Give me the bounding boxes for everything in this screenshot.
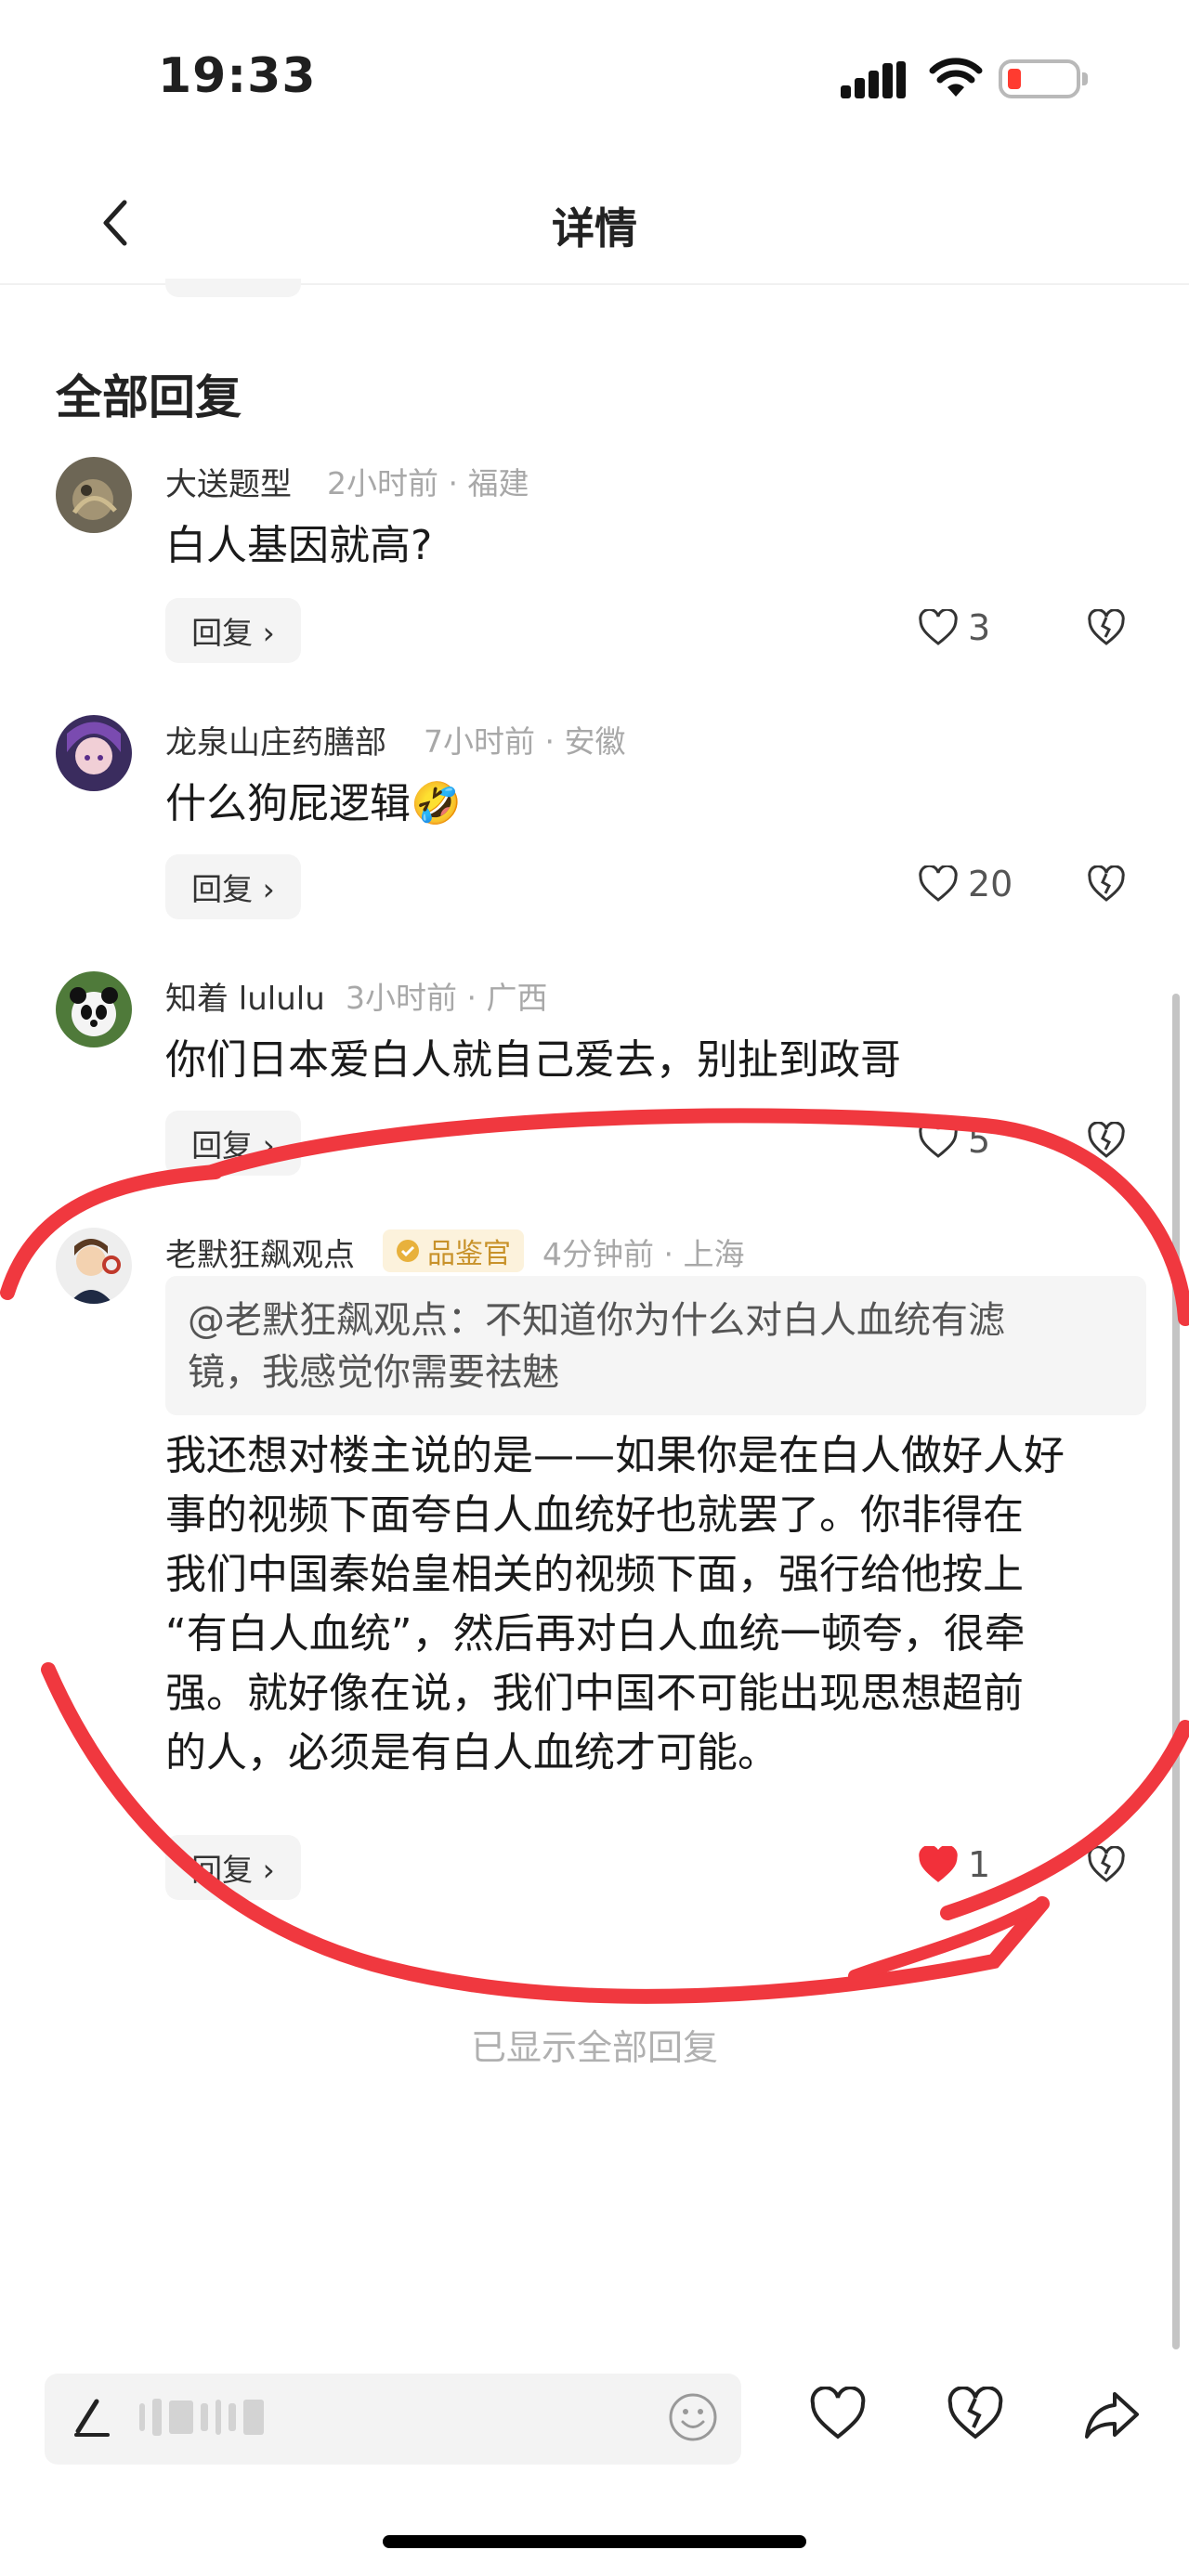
page-title: 详情	[552, 203, 637, 254]
comment-meta: 3小时前 · 广西	[346, 980, 548, 1016]
avatar[interactable]	[56, 715, 132, 791]
reply-button[interactable]: 回复 ›	[165, 598, 301, 663]
section-title: 全部回复	[56, 371, 242, 424]
like-heart-icon[interactable]	[808, 2387, 868, 2442]
share-arrow-icon[interactable]	[1083, 2387, 1143, 2442]
comment-line: “有白人血统”，然后再对白人血统一顿夸，很牵	[165, 1610, 1026, 1658]
like-count: 5	[968, 1120, 991, 1161]
like-count: 3	[968, 607, 991, 648]
comment-line: 的人，必须是有白人血统才可能。	[165, 1729, 778, 1776]
like-button[interactable]: 20	[918, 864, 1013, 904]
comment-username[interactable]: 龙泉山庄药膳部	[165, 717, 386, 762]
badge-label: 品鉴官	[427, 1238, 511, 1270]
comment-line: 我还想对楼主说的是——如果你是在白人做好人好	[165, 1432, 1065, 1479]
like-button[interactable]: 3	[918, 607, 990, 648]
battery-icon	[999, 59, 1080, 98]
dislike-broken-heart-icon[interactable]	[1087, 865, 1126, 903]
reply-button[interactable]: 回复 ›	[165, 1111, 301, 1176]
avatar[interactable]	[56, 971, 132, 1047]
dislike-broken-heart-icon[interactable]	[946, 2387, 1005, 2442]
comment-username[interactable]: 大送题型	[165, 459, 292, 504]
comment-text: 白人基因就高?	[165, 522, 433, 569]
comment-text: 我还想对楼主说的是——如果你是在白人做好人好 事的视频下面夸白人血统好也就罢了。…	[165, 1426, 1065, 1783]
quote-line: @老默狂飙观点：不知道你为什么对白人血统有滤	[188, 1299, 1005, 1342]
quoted-reply[interactable]: @老默狂飙观点：不知道你为什么对白人血统有滤 镜，我感觉你需要祛魅	[165, 1276, 1146, 1415]
heart-icon	[919, 1122, 958, 1158]
comment-line: 事的视频下面夸白人血统好也就罢了。你非得在	[165, 1491, 1024, 1539]
cellular-signal-icon	[841, 61, 906, 98]
verified-badge-icon	[397, 1240, 419, 1262]
all-replies-shown-note: 已显示全部回复	[470, 2027, 718, 2068]
emoji-icon[interactable]	[667, 2391, 719, 2443]
comment-text-body: 什么狗屁逻辑	[165, 780, 411, 827]
like-button[interactable]: 5	[918, 1120, 990, 1161]
comment-text: 什么狗屁逻辑🤣	[165, 774, 462, 834]
dislike-broken-heart-icon[interactable]	[1087, 1846, 1126, 1883]
heart-filled-icon	[919, 1846, 958, 1882]
clipped-reply-button[interactable]	[165, 279, 301, 297]
reply-button[interactable]: 回复 ›	[165, 1835, 301, 1900]
home-indicator	[383, 2535, 806, 2548]
heart-icon	[919, 865, 958, 902]
wifi-icon	[929, 58, 983, 97]
dislike-broken-heart-icon[interactable]	[1087, 1122, 1126, 1159]
comment-username[interactable]: 知着 lululu	[165, 973, 325, 1019]
comment-meta: 2小时前 · 福建	[327, 465, 529, 501]
comment-meta: 4分钟前 · 上海	[542, 1236, 745, 1272]
comment-text: 你们日本爱白人就自己爱去，别扯到政哥	[165, 1036, 901, 1084]
heart-icon	[919, 609, 958, 645]
status-time: 19:33	[158, 48, 317, 104]
battery-tip	[1082, 72, 1088, 85]
comment-line: 强。就好像在说，我们中国不可能出现思想超前	[165, 1670, 1024, 1717]
like-count: 1	[968, 1844, 991, 1885]
avatar[interactable]	[56, 457, 132, 533]
avatar[interactable]	[56, 1228, 132, 1304]
laughing-emoji-icon: 🤣	[411, 780, 462, 827]
dislike-broken-heart-icon[interactable]	[1087, 609, 1126, 646]
reply-button[interactable]: 回复 ›	[165, 854, 301, 919]
blurred-placeholder	[139, 2394, 264, 2440]
scrollbar[interactable]	[1172, 994, 1180, 2349]
comment-line: 我们中国秦始皇相关的视频下面，强行给他按上	[165, 1551, 1024, 1598]
comment-meta: 7小时前 · 安徽	[424, 723, 626, 760]
like-count: 20	[968, 864, 1013, 904]
quote-line: 镜，我感觉你需要祛魅	[188, 1351, 559, 1394]
comment-username[interactable]: 老默狂飙观点	[165, 1229, 355, 1275]
like-button[interactable]: 1	[918, 1844, 990, 1885]
pencil-icon	[74, 2399, 110, 2437]
status-badge: 品鉴官	[383, 1229, 524, 1272]
